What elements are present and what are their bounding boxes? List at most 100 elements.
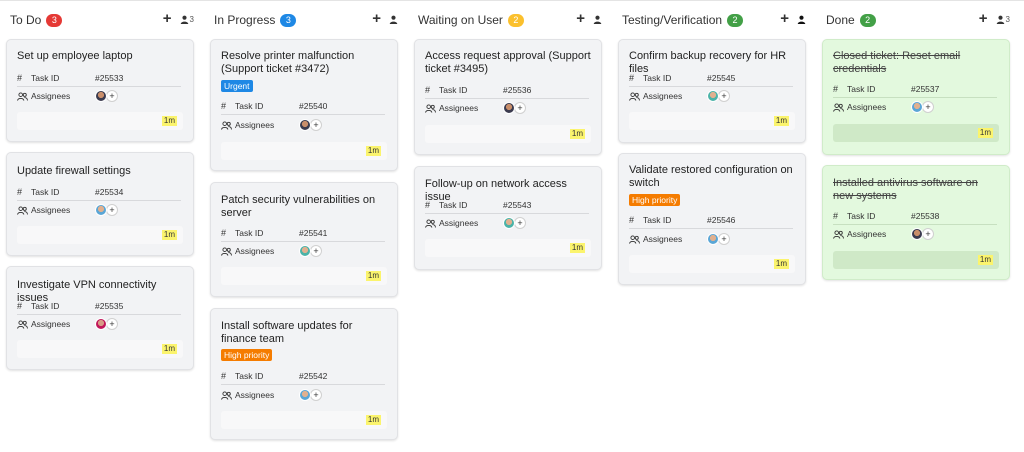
task-card[interactable]: Investigate VPN connectivity issues # Ta…	[6, 266, 194, 370]
add-card-button[interactable]: +	[372, 10, 381, 27]
task-card[interactable]: Update firewall settings # Task ID #2553…	[6, 152, 194, 256]
assign-people-button[interactable]	[797, 15, 806, 24]
add-assignee-button[interactable]: +	[514, 217, 526, 229]
task-id-label: Task ID	[31, 186, 60, 197]
add-assignee-button[interactable]: +	[922, 101, 934, 113]
avatar[interactable]	[911, 228, 923, 240]
task-card[interactable]: Install software updates for finance tea…	[210, 308, 398, 440]
task-id-row: # Task ID #25538	[833, 207, 997, 225]
task-id-row: # Task ID #25545	[629, 69, 793, 87]
card-footer: 1m	[833, 251, 999, 269]
assign-people-button[interactable]: 3	[996, 15, 1010, 24]
time-chip: 1m	[161, 344, 177, 354]
hash-icon: #	[425, 84, 431, 95]
task-card[interactable]: Patch security vulnerabilities on server…	[210, 182, 398, 297]
add-assignee-button[interactable]: +	[106, 204, 118, 216]
avatar[interactable]	[707, 233, 719, 245]
card-footer: 1m	[17, 226, 183, 244]
assignees-label: Assignees	[847, 102, 887, 112]
task-id-row: # Task ID #25537	[833, 80, 997, 98]
card-title: Install software updates for finance tea…	[221, 320, 353, 345]
assignees-row: Assignees +	[833, 98, 997, 116]
add-assignee-button[interactable]: +	[310, 389, 322, 401]
card-title: Patch security vulnerabilities on server	[221, 194, 376, 219]
add-assignee-button[interactable]: +	[718, 233, 730, 245]
task-id-label: Task ID	[235, 227, 264, 238]
card-title: Update firewall settings	[17, 165, 131, 177]
assignees-row: Assignees +	[629, 230, 793, 248]
plus-icon: +	[372, 10, 381, 27]
add-assignee-button[interactable]: +	[922, 228, 934, 240]
assignees-label: Assignees	[439, 218, 479, 228]
add-assignee-button[interactable]: +	[106, 90, 118, 102]
add-assignee-button[interactable]: +	[514, 102, 526, 114]
task-id-row: # Task ID #25535	[17, 297, 181, 315]
task-card[interactable]: Follow-up on network access issue # Task…	[414, 166, 602, 270]
hash-icon: #	[221, 100, 227, 111]
avatar[interactable]	[299, 245, 311, 257]
avatar[interactable]	[299, 389, 311, 401]
assignees-row: Assignees +	[17, 315, 181, 333]
avatar[interactable]	[503, 217, 515, 229]
task-id-value: #25541	[299, 227, 328, 238]
task-id-value: #25542	[299, 370, 328, 381]
time-chip: 1m	[773, 259, 789, 269]
card-title: Resolve printer malfunction (Support tic…	[221, 50, 355, 75]
time-chip: 1m	[161, 116, 177, 126]
task-id-label: Task ID	[31, 300, 60, 311]
people-count: 3	[1005, 14, 1010, 24]
people-count: 3	[189, 14, 194, 24]
avatar[interactable]	[95, 90, 107, 102]
assignees-label: Assignees	[847, 229, 887, 239]
add-card-button[interactable]: +	[576, 11, 585, 26]
add-assignee-button[interactable]: +	[310, 245, 322, 257]
task-card[interactable]: Validate restored configuration on switc…	[618, 153, 806, 285]
people-icon	[17, 319, 31, 329]
avatar[interactable]	[707, 90, 719, 102]
card-footer: 1m	[17, 340, 183, 358]
add-assignee-button[interactable]: +	[718, 90, 730, 102]
avatar[interactable]	[299, 119, 311, 131]
card-footer: 1m	[17, 112, 183, 130]
assign-people-button[interactable]: 3	[180, 15, 194, 24]
task-id-label: Task ID	[439, 199, 468, 210]
assignees-row: Assignees +	[833, 225, 997, 243]
plus-icon: +	[978, 10, 988, 27]
avatar[interactable]	[95, 204, 107, 216]
column-testing-verification: Testing/Verification 2 + Confirm backup …	[618, 1, 810, 285]
card-footer: 1m	[221, 411, 387, 429]
task-id-value: #25543	[503, 199, 532, 210]
assignees-row: Assignees +	[17, 87, 181, 105]
task-card[interactable]: Resolve printer malfunction (Support tic…	[210, 39, 398, 171]
task-card[interactable]: Installed antivirus software on new syst…	[822, 165, 1010, 280]
assignees-row: Assignees +	[17, 201, 181, 219]
column-header: To Do 3 + 3	[6, 1, 198, 39]
column-in-progress: In Progress 3 + Resolve printer malfunct…	[210, 1, 402, 440]
plus-icon: +	[780, 10, 789, 27]
plus-icon: +	[162, 10, 172, 27]
task-card[interactable]: Access request approval (Support ticket …	[414, 39, 602, 155]
task-id-value: #25537	[911, 83, 940, 94]
add-card-button[interactable]: +	[978, 10, 988, 27]
high-priority-tag: High priority	[221, 349, 273, 361]
add-assignee-button[interactable]: +	[310, 119, 322, 131]
assign-people-button[interactable]	[389, 15, 398, 24]
task-card[interactable]: Closed ticket: Reset email credentials #…	[822, 39, 1010, 155]
card-footer: 1m	[425, 239, 591, 257]
people-icon	[629, 234, 643, 244]
avatar[interactable]	[95, 318, 107, 330]
add-assignee-button[interactable]: +	[106, 318, 118, 330]
time-chip: 1m	[977, 255, 993, 265]
add-card-button[interactable]: +	[162, 10, 172, 27]
time-chip: 1m	[569, 129, 585, 139]
task-id-label: Task ID	[643, 214, 672, 225]
task-card[interactable]: Confirm backup recovery for HR files # T…	[618, 39, 806, 143]
card-title: Validate restored configuration on switc…	[629, 164, 793, 189]
assign-people-button[interactable]	[593, 15, 602, 24]
hash-icon: #	[17, 186, 23, 197]
avatar[interactable]	[911, 101, 923, 113]
column-title: Testing/Verification	[622, 13, 723, 27]
add-card-button[interactable]: +	[780, 10, 789, 27]
task-card[interactable]: Set up employee laptop # Task ID #25533 …	[6, 39, 194, 142]
avatar[interactable]	[503, 102, 515, 114]
